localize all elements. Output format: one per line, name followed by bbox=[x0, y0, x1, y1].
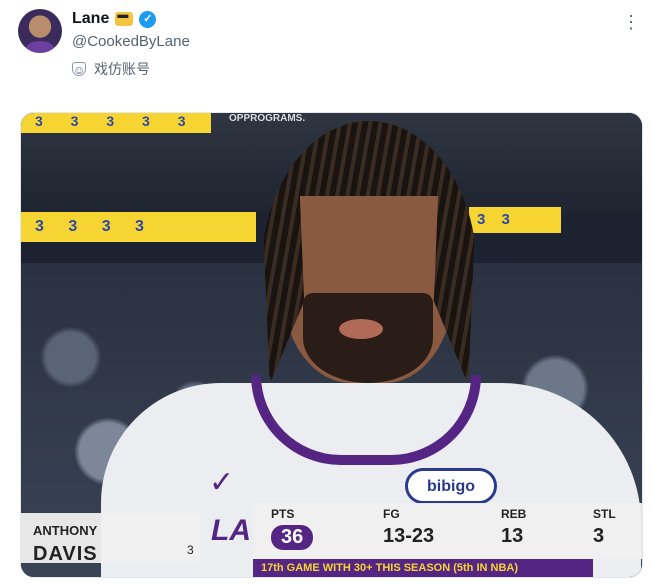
parody-mask-icon: ☺ bbox=[72, 62, 86, 77]
tweet-card: Lane ✓ @CookedByLane ☺ 戏仿账号 ⋮ 3 3 3 3 3 … bbox=[0, 0, 653, 584]
parody-label: 戏仿账号 bbox=[94, 61, 150, 77]
parody-label-row: ☺ 戏仿账号 bbox=[72, 59, 150, 79]
jersey-sponsor: bibigo bbox=[405, 468, 497, 504]
sunglasses-emoji-icon bbox=[115, 9, 134, 26]
stat-label: STL bbox=[593, 507, 616, 521]
player-last-name: DAVIS bbox=[33, 543, 98, 565]
stat-value: 13-23 bbox=[383, 525, 435, 547]
stat-reb: REB 13 bbox=[501, 507, 526, 548]
arena-ribbon-right: 3 3 bbox=[469, 207, 561, 233]
player-nameplate: ANTHONY DAVIS 3 bbox=[21, 513, 201, 565]
stat-label: REB bbox=[501, 507, 527, 521]
stat-label: FG bbox=[383, 507, 400, 521]
stat-value: 13 bbox=[501, 525, 524, 547]
author-row: Lane ✓ bbox=[72, 9, 157, 28]
team-logo-icon: LA bbox=[211, 514, 251, 547]
tweet-image[interactable]: 3 3 3 3 3 OPPROGRAMS. 3 3 3 3 3 3 ✓ bibi… bbox=[20, 112, 643, 578]
display-name[interactable]: Lane bbox=[72, 10, 109, 28]
stat-label: PTS bbox=[271, 507, 295, 521]
stat-value: 36 bbox=[271, 525, 314, 550]
broadcast-lower-third: ANTHONY DAVIS 3 LA PTS 36 FG 13-23 REB 1… bbox=[21, 503, 642, 577]
stat-value: 3 bbox=[593, 525, 605, 547]
stat-pts: PTS 36 bbox=[271, 507, 314, 550]
more-horizontal-icon[interactable]: ⋮ bbox=[622, 12, 641, 33]
arena-ribbon-mid: 3 3 3 3 bbox=[21, 212, 256, 242]
handle[interactable]: @CookedByLane bbox=[72, 33, 190, 50]
arena-ribbon-top: 3 3 3 3 3 bbox=[21, 113, 211, 133]
player-mouth bbox=[339, 319, 383, 339]
player-jersey-number: 3 bbox=[187, 543, 194, 557]
arena-sign: OPPROGRAMS. bbox=[229, 113, 306, 124]
stat-box: PTS 36 FG 13-23 REB 13 STL 3 bbox=[253, 503, 642, 559]
player-first-name: ANTHONY bbox=[33, 523, 98, 538]
stat-note-banner: 17th GAME WITH 30+ THIS SEASON (5th IN N… bbox=[253, 559, 593, 577]
avatar[interactable] bbox=[18, 9, 62, 53]
stat-stl: STL 3 bbox=[593, 507, 616, 548]
verified-badge-icon: ✓ bbox=[139, 10, 157, 28]
swoosh-icon: ✓ bbox=[209, 466, 235, 499]
stat-fg: FG 13-23 bbox=[383, 507, 434, 548]
